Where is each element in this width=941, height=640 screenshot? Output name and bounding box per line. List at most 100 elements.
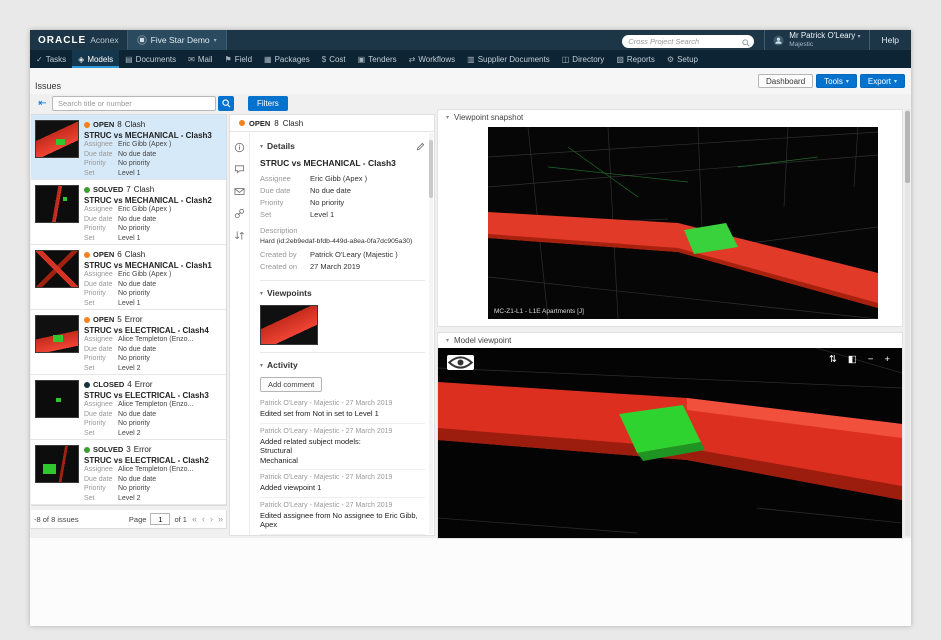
issue-status: OPEN [93,250,114,259]
field-label: Assignee [84,335,118,345]
nav-tab[interactable]: ◫ Directory [556,50,611,68]
nav-tab-label: Cost [329,55,345,64]
link-icon[interactable] [234,208,245,219]
prev-page-icon[interactable]: ‹ [202,514,205,524]
issue-list-item[interactable]: CLOSED 4 Error STRUC vs ELECTRICAL - Cla… [31,375,226,440]
model-caption: MC-Z1-L1 - L1E Apartments [J] [494,308,584,315]
field-value: No priority [310,197,344,209]
zoom-out-icon[interactable]: − [868,354,874,365]
issue-status: CLOSED [93,380,124,389]
status-dot [84,382,90,388]
model-viewpoint-header[interactable]: ▾ Model viewpoint [438,333,902,348]
visibility-toolbar-button[interactable]: ▸ [447,355,474,370]
field-value: Eric Gibb (Apex ) [118,140,171,150]
nav-tab[interactable]: ▨ Reports [610,50,661,68]
nav-tab-icon: ◈ [78,55,84,64]
issue-search-button[interactable] [218,96,234,111]
dashboard-button[interactable]: Dashboard [758,74,813,88]
detail-status: OPEN [249,119,270,128]
nav-tab[interactable]: ▣ Tenders [352,50,403,68]
first-page-icon[interactable]: « [192,514,197,524]
nav-tab-label: Setup [677,55,698,64]
field-label: Set [84,234,118,244]
nav-tab[interactable]: ⇄ Workflows [403,50,461,68]
project-selector[interactable]: Five Star Demo ▾ [127,30,227,50]
activity-text: Edited set from Not in set to Level 1 [260,409,425,419]
collapse-panel-button[interactable]: ⇤ [35,96,50,111]
field-label: Set [84,494,118,504]
edit-pencil-icon[interactable] [416,142,425,151]
field-label: Set [84,429,118,439]
page-scrollbar[interactable] [905,109,910,536]
viewpoint-snapshot-image[interactable]: MC-Z1-L1 - L1E Apartments [J] [488,127,878,319]
help-link[interactable]: Help [869,30,911,50]
field-label: Assignee [84,205,118,215]
chevron-down-icon: ▾ [446,114,449,121]
nav-tab-icon: ▦ [264,55,272,64]
nav-tab-icon: ▤ [125,55,133,64]
activity-text: Added related subject models: Structural… [260,437,425,466]
nav-tab[interactable]: ▤ Documents [119,50,182,68]
section-box-icon[interactable]: ◧ [848,354,857,365]
page-label: Page [129,515,147,524]
next-page-icon[interactable]: › [210,514,213,524]
detail-number: 8 [274,119,278,128]
issue-status: OPEN [93,120,114,129]
info-icon[interactable] [234,142,245,153]
issue-status: OPEN [93,315,114,324]
issue-list-item[interactable]: SOLVED 3 Error STRUC vs ELECTRICAL - Cla… [31,440,226,505]
nav-tab[interactable]: ⚙ Setup [661,50,704,68]
nav-tab[interactable]: ▦ Packages [258,50,316,68]
filters-button[interactable]: Filters [248,96,288,111]
nav-tab[interactable]: ⚑ Field [219,50,259,68]
field-label: Due date [84,410,118,420]
mail-icon[interactable] [234,186,245,197]
issue-list-item[interactable]: OPEN 5 Error STRUC vs ELECTRICAL - Clash… [31,310,226,375]
nav-tab[interactable]: ▥ Supplier Documents [461,50,556,68]
chevron-down-icon: ▾ [260,143,263,150]
issue-list-item[interactable]: SOLVED 7 Clash STRUC vs MECHANICAL - Cla… [31,180,226,245]
pan-icon[interactable]: ⇅ [829,354,837,365]
issue-list-item[interactable]: OPEN 6 Clash STRUC vs MECHANICAL - Clash… [31,245,226,310]
field-label: Priority [84,289,118,299]
model-viewpoint-canvas[interactable]: ▸ ⇅ ◧ − + [438,348,902,538]
comment-icon[interactable] [234,164,245,175]
field-value: No due date [118,150,156,160]
nav-tab-icon: ✉ [188,55,195,64]
section-title: Model viewpoint [454,336,511,345]
issue-title: STRUC vs MECHANICAL - Clash1 [84,261,223,270]
cross-project-search-input[interactable] [622,35,754,48]
tools-button[interactable]: Tools▾ [816,74,857,88]
issue-search-input[interactable] [52,96,216,111]
field-value: No priority [118,419,150,429]
nav-tab-label: Documents [136,55,176,64]
details-section-header[interactable]: ▾ Details [260,141,425,151]
nav-tab[interactable]: ◈ Models [72,50,119,68]
field-value: No due date [118,280,156,290]
nav-tab[interactable]: $ Cost [316,50,352,68]
nav-tab-label: Directory [572,55,604,64]
activity-list: Patrick O'Leary - Majestic - 27 March 20… [260,396,425,535]
zoom-in-icon[interactable]: + [884,354,890,365]
nav-tab[interactable]: ✓ Tasks [30,50,72,68]
viewpoints-section-header[interactable]: ▾ Viewpoints [260,288,425,298]
detail-scrollbar[interactable] [429,133,433,534]
project-name: Five Star Demo [151,35,210,45]
nav-tab-icon: ▣ [358,55,366,64]
issue-type: Error [125,315,143,324]
viewpoint-thumbnail[interactable] [260,305,318,345]
nav-tab[interactable]: ✉ Mail [182,50,218,68]
sync-arrows-icon[interactable] [234,230,245,241]
add-comment-button[interactable]: Add comment [260,377,322,392]
viewpoint-snapshot-header[interactable]: ▾ Viewpoint snapshot [438,110,902,125]
last-page-icon[interactable]: » [218,514,223,524]
activity-section-header[interactable]: ▾ Activity [260,360,425,370]
user-menu[interactable]: Mr Patrick O'Leary ▾ Majestic [764,30,868,50]
field-value: No priority [118,224,150,234]
issue-list-item[interactable]: OPEN 8 Clash STRUC vs MECHANICAL - Clash… [31,115,226,180]
export-button[interactable]: Export▾ [860,74,905,88]
field-value: Level 1 [118,234,141,244]
page-number-input[interactable] [150,513,170,525]
description-value: Hard (id:2eb9edaf-bfdb-449d-a8ea-0fa7dc9… [260,238,425,245]
activity-text: Added viewpoint 1 [260,483,425,493]
